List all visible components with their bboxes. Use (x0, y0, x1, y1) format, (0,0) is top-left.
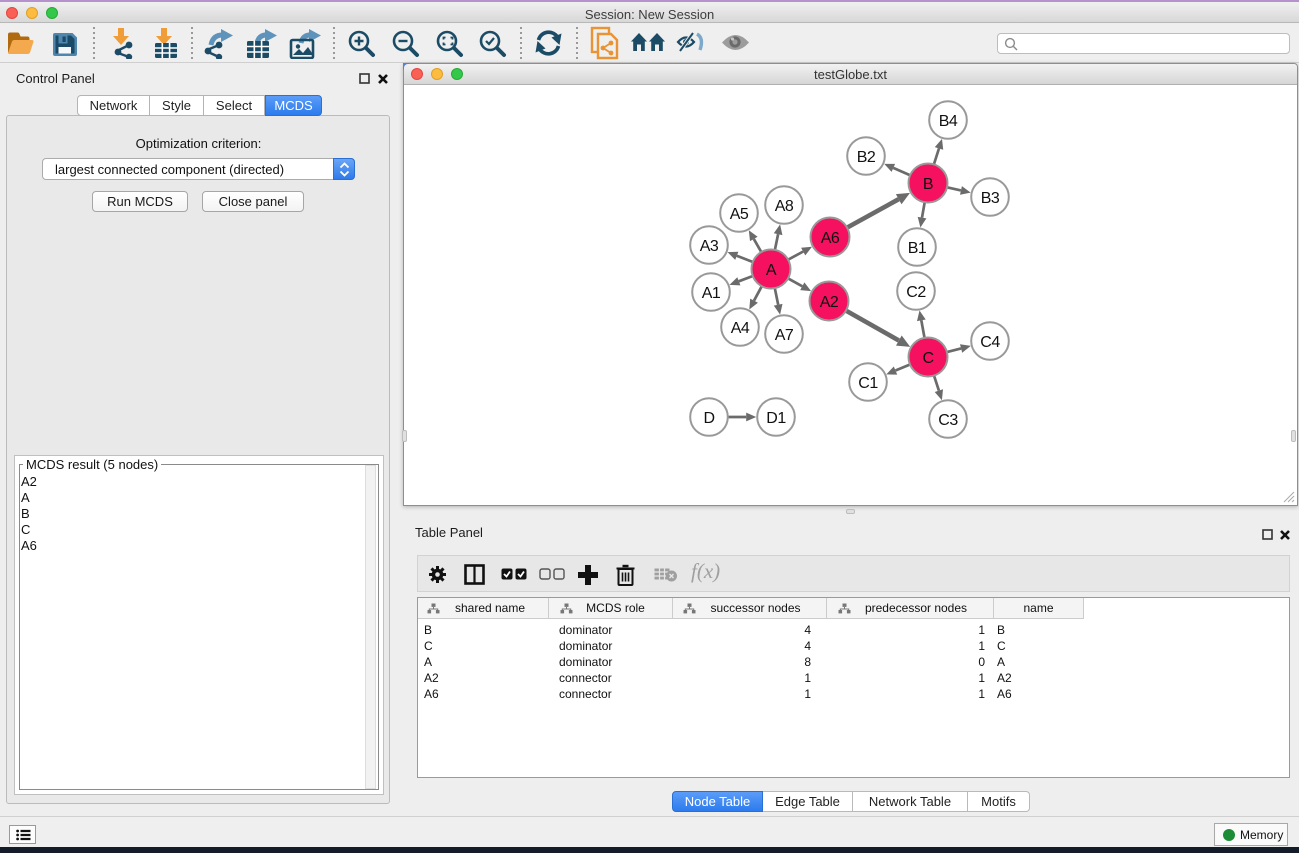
svg-text:C4: C4 (980, 334, 1000, 351)
svg-text:C2: C2 (906, 284, 926, 301)
svg-text:B1: B1 (908, 240, 927, 257)
svg-text:D1: D1 (766, 410, 786, 427)
svg-text:B4: B4 (939, 113, 958, 130)
svg-text:B3: B3 (981, 190, 1000, 207)
svg-text:D: D (703, 410, 714, 427)
svg-text:C: C (922, 350, 933, 367)
svg-text:A6: A6 (821, 230, 840, 247)
svg-text:A8: A8 (775, 198, 794, 215)
svg-text:A7: A7 (775, 327, 794, 344)
svg-text:C3: C3 (938, 412, 958, 429)
svg-text:A: A (766, 262, 777, 279)
svg-text:A5: A5 (730, 206, 749, 223)
svg-text:C1: C1 (858, 375, 878, 392)
svg-text:B2: B2 (857, 149, 876, 166)
svg-text:A4: A4 (731, 320, 750, 337)
svg-text:A2: A2 (820, 294, 839, 311)
svg-text:A3: A3 (700, 238, 719, 255)
svg-text:B: B (923, 176, 933, 193)
svg-text:A1: A1 (702, 285, 721, 302)
